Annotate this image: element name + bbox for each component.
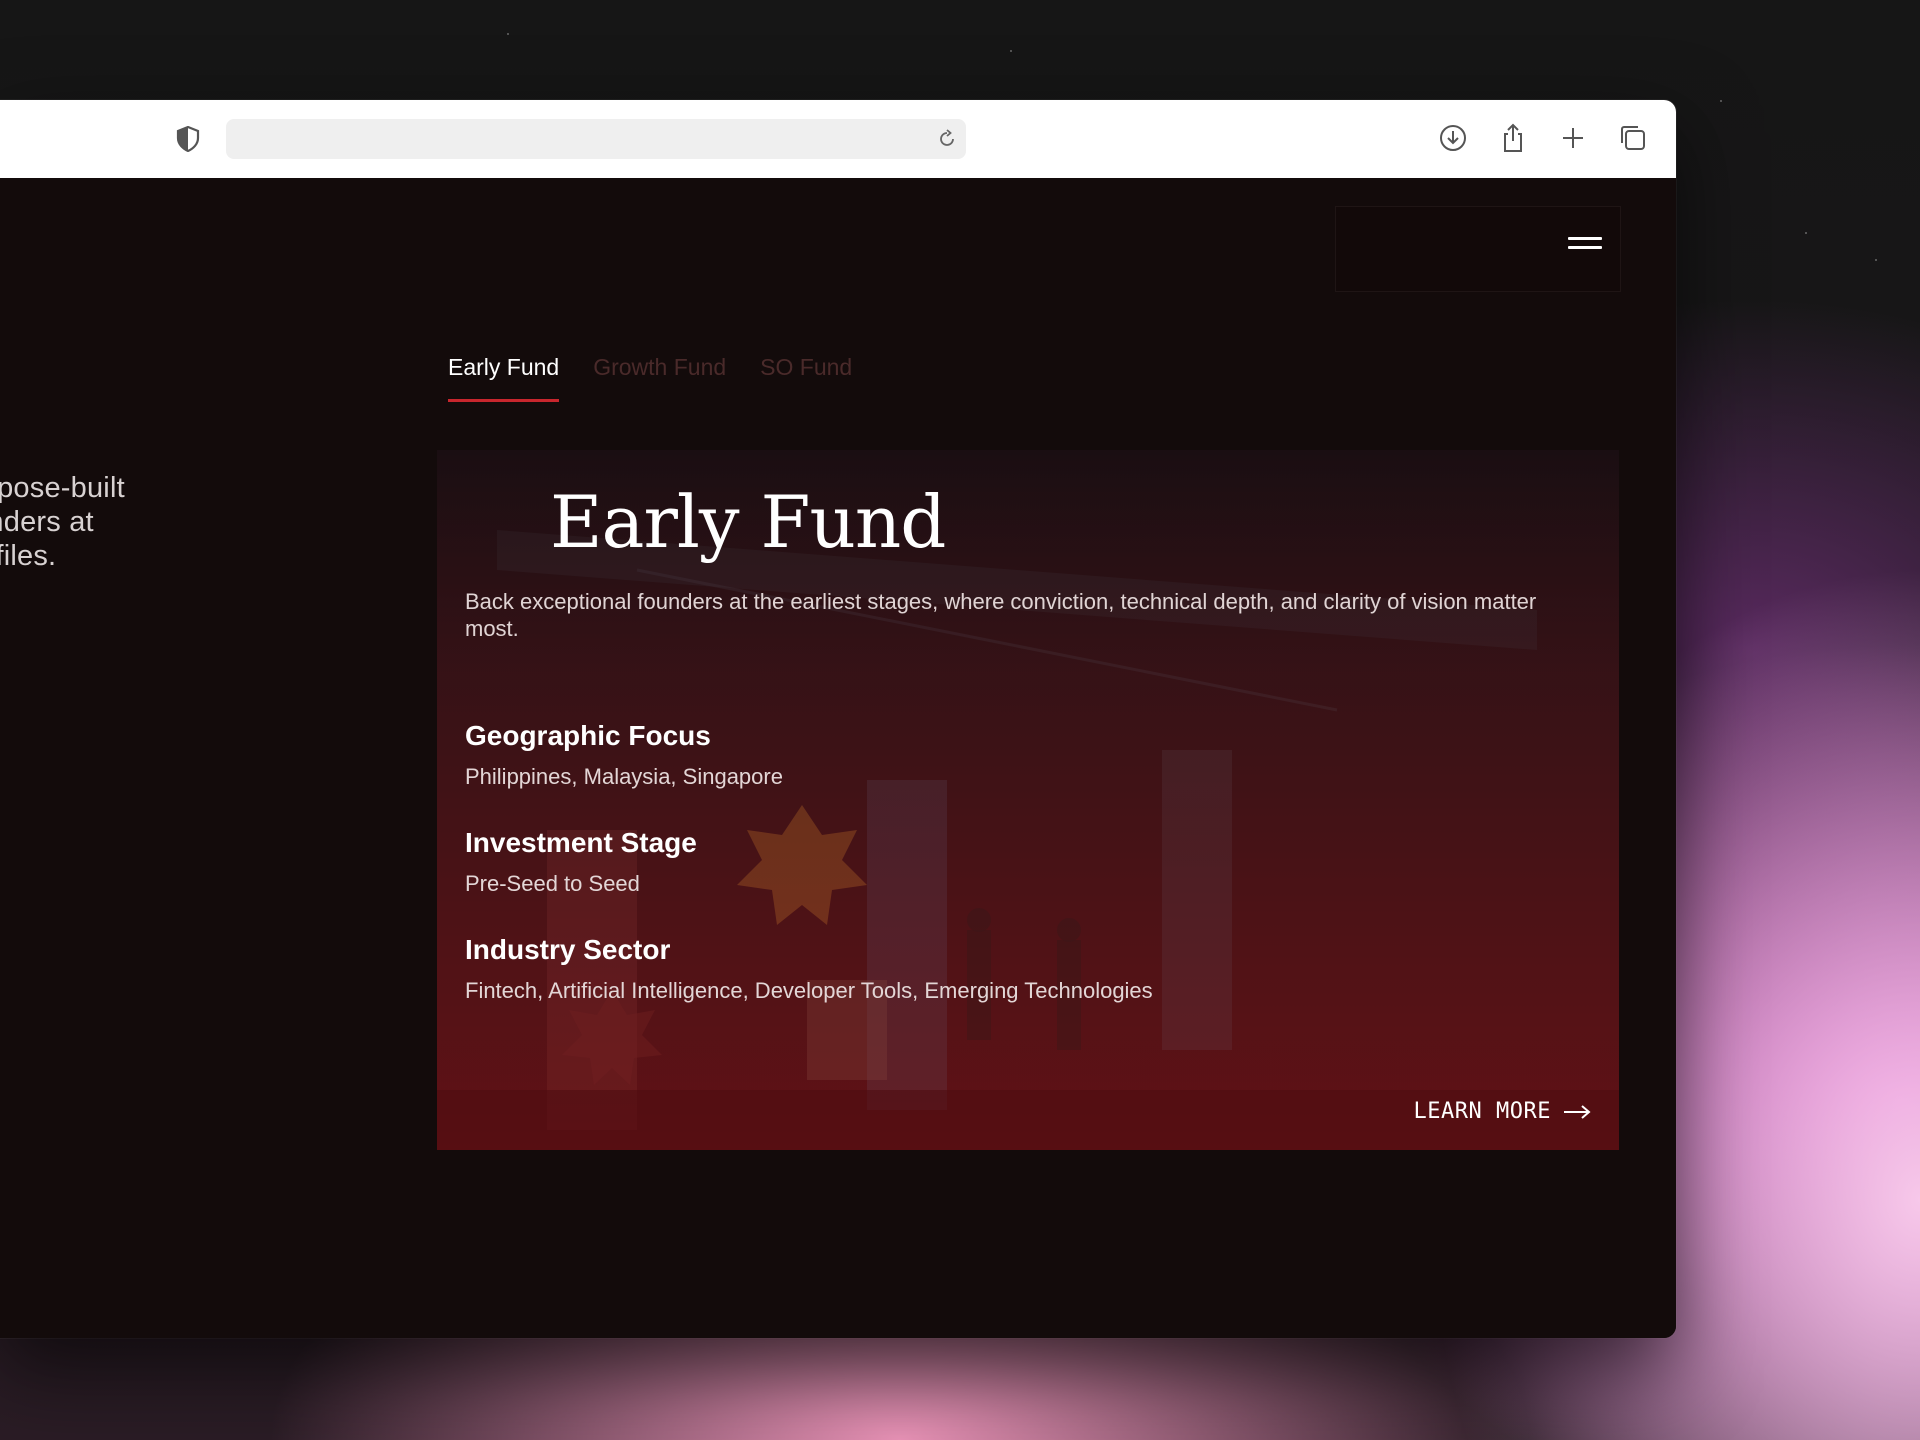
section-value: Fintech, Artificial Intelligence, Develo…: [465, 978, 1153, 1003]
section-industry-sector: Industry Sector Fintech, Artificial Inte…: [465, 934, 1153, 1004]
tab-early-fund[interactable]: Early Fund: [448, 354, 560, 402]
reload-icon[interactable]: [936, 128, 958, 150]
learn-more-label: LEARN MORE: [1413, 1099, 1551, 1124]
card-description: Back exceptional founders at the earlies…: [465, 589, 1537, 641]
section-value: Pre-Seed to Seed: [465, 871, 640, 896]
hamburger-menu-icon[interactable]: [1568, 237, 1602, 253]
download-icon[interactable]: [1437, 122, 1469, 154]
section-heading: Geographic Focus: [465, 720, 711, 751]
fund-tabs: Early Fund Growth Fund SO Fund: [448, 354, 852, 402]
learn-more-link[interactable]: LEARN MORE: [1414, 1099, 1591, 1124]
star: [507, 33, 509, 35]
tabs-overview-icon[interactable]: [1617, 122, 1649, 154]
intro-line: t founders at: [0, 506, 94, 538]
section-heading: Industry Sector: [465, 934, 671, 965]
arrow-right-icon: [1564, 1104, 1591, 1119]
section-investment-stage: Investment Stage Pre-Seed to Seed: [465, 827, 697, 897]
star: [1010, 50, 1012, 52]
section-geographic-focus: Geographic Focus Philippines, Malaysia, …: [465, 720, 783, 790]
star: [1720, 100, 1722, 102]
page-content: e purpose-built t founders at y profiles…: [0, 178, 1676, 1338]
card-title: Early Fund: [550, 480, 946, 564]
tab-growth-fund[interactable]: Growth Fund: [593, 354, 726, 402]
browser-toolbar: [0, 100, 1676, 179]
fund-card: Early Fund Back exceptional founders at …: [437, 450, 1619, 1150]
address-bar[interactable]: [226, 119, 966, 159]
star: [1875, 259, 1877, 261]
section-heading: Investment Stage: [465, 827, 697, 858]
shield-icon[interactable]: [176, 126, 200, 152]
intro-line: e purpose-built: [0, 472, 125, 504]
menu-button[interactable]: [1335, 206, 1621, 292]
intro-line: y profiles.: [0, 540, 57, 572]
new-tab-icon[interactable]: [1557, 122, 1589, 154]
star: [1805, 232, 1807, 234]
intro-text-fragment: e purpose-built t founders at y profiles…: [0, 471, 200, 573]
tab-so-fund[interactable]: SO Fund: [760, 354, 852, 402]
section-value: Philippines, Malaysia, Singapore: [465, 764, 783, 789]
share-icon[interactable]: [1497, 122, 1529, 154]
browser-window: e purpose-built t founders at y profiles…: [0, 100, 1676, 1338]
